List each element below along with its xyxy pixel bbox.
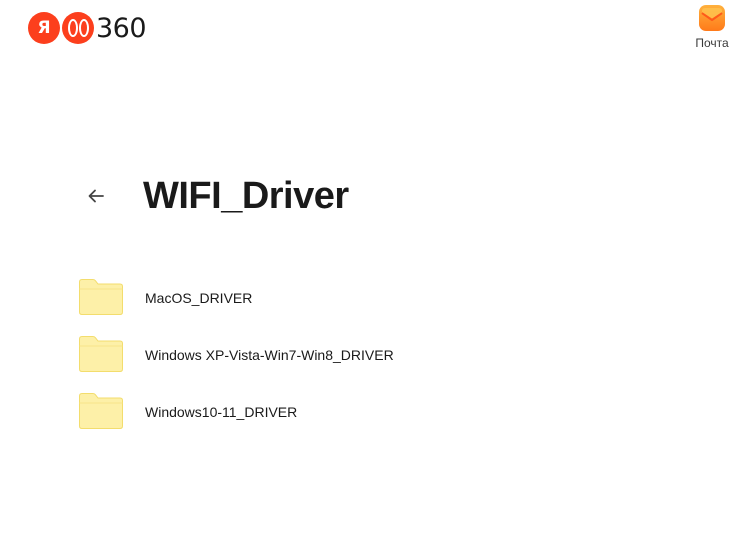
item-name: MacOS_DRIVER (145, 290, 253, 306)
yandex-logo-letter: Я (37, 18, 51, 38)
list-item[interactable]: MacOS_DRIVER (78, 278, 678, 335)
yandex-360-logo[interactable]: Я 360 (28, 12, 147, 44)
folder-icon (78, 335, 124, 373)
page-title: WIFI_Driver (143, 175, 349, 217)
logo-product-text: 360 (96, 12, 147, 44)
page: Я 360 Почта WIFI_Driver MacOS_DRIVER Win… (0, 0, 751, 554)
ring-shape (78, 19, 89, 37)
item-name: Windows XP-Vista-Win7-Win8_DRIVER (145, 347, 394, 363)
mail-label: Почта (695, 36, 729, 50)
yandex-logo-icon: Я (28, 12, 60, 44)
folder-icon (78, 392, 124, 430)
list-item[interactable]: Windows10-11_DRIVER (78, 392, 678, 449)
folder-icon (78, 278, 124, 316)
item-name: Windows10-11_DRIVER (145, 404, 298, 420)
360-rings-icon (62, 12, 94, 44)
ring-shape (67, 19, 78, 37)
folder-list: MacOS_DRIVER Windows XP-Vista-Win7-Win8_… (78, 278, 678, 449)
mail-link[interactable]: Почта (692, 5, 732, 50)
list-item[interactable]: Windows XP-Vista-Win7-Win8_DRIVER (78, 335, 678, 392)
back-button[interactable] (84, 186, 108, 210)
arrow-left-icon (88, 189, 104, 208)
mail-icon (699, 5, 725, 31)
